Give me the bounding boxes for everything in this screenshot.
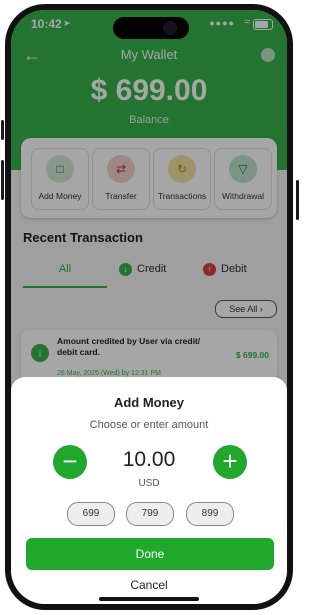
power-button xyxy=(296,180,299,220)
preset-amount-chip[interactable]: 699 xyxy=(67,502,115,526)
preset-amount-chip[interactable]: 799 xyxy=(126,502,174,526)
preset-amount-chip[interactable]: 899 xyxy=(186,502,234,526)
phone-device: 10:42 ➤ ●●●● ≈ ← My Wallet $ 699.00 Bala… xyxy=(0,0,300,615)
plus-icon: + xyxy=(222,446,238,476)
sheet-subtitle: Choose or enter amount xyxy=(89,419,209,431)
done-button[interactable]: Done xyxy=(26,538,274,570)
sheet-title: Add Money xyxy=(113,395,185,410)
add-money-sheet: Add Money Choose or enter amount − 10.00… xyxy=(11,377,287,604)
app-screen: 10:42 ➤ ●●●● ≈ ← My Wallet $ 699.00 Bala… xyxy=(11,10,287,604)
currency-label: USD xyxy=(138,478,160,489)
volume-button xyxy=(1,160,4,200)
mute-switch xyxy=(1,120,4,140)
home-indicator[interactable] xyxy=(99,597,199,601)
increase-amount-button[interactable]: + xyxy=(213,445,247,479)
cancel-button[interactable]: Cancel xyxy=(11,578,287,592)
